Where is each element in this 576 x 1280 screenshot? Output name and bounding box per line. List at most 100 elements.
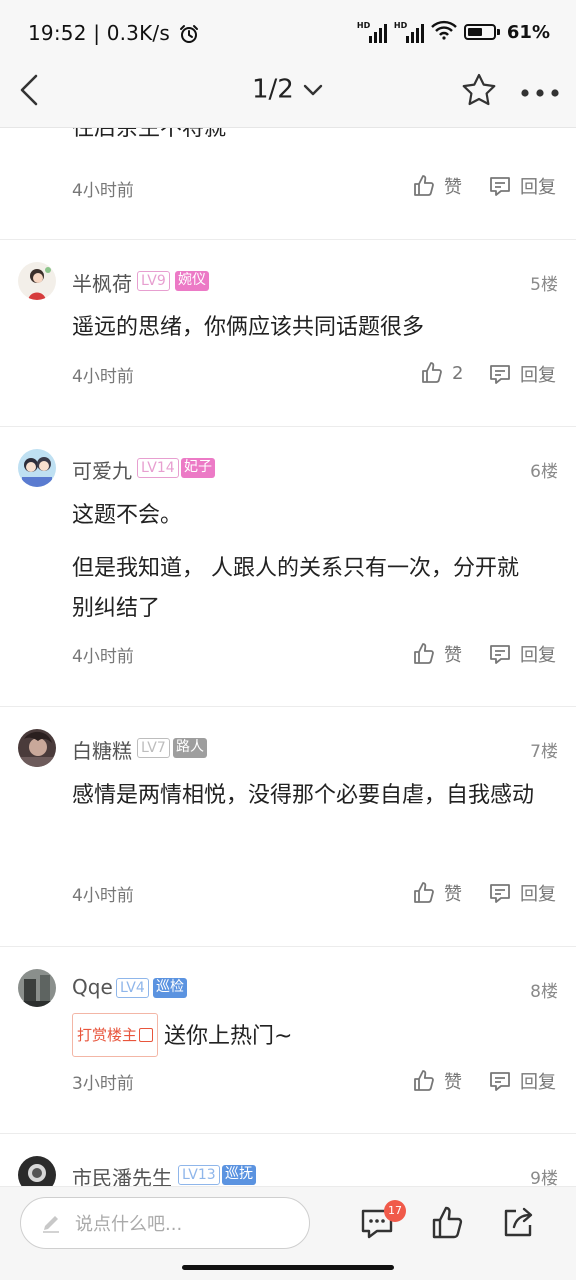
reply-button[interactable]: 回复	[488, 173, 556, 199]
level-badge: LV14	[137, 458, 179, 478]
role-badge: 巡抚	[222, 1165, 256, 1185]
reply-label: 回复	[520, 177, 556, 198]
reply-label: 回复	[520, 645, 556, 666]
tip-owner-badge[interactable]: 打赏楼主	[72, 1013, 159, 1057]
username[interactable]: 可爱九	[72, 455, 132, 484]
status-left: 19:52 | 0.3K/s	[28, 21, 199, 49]
reply-label: 回复	[520, 884, 556, 905]
like-button[interactable]: 赞	[412, 1068, 462, 1094]
comment-icon	[490, 645, 510, 664]
share-button[interactable]	[500, 1205, 536, 1241]
avatar[interactable]	[18, 969, 56, 1007]
reply-label: 回复	[520, 365, 556, 386]
username[interactable]: 白糖糕	[72, 735, 132, 764]
comment-time: 4小时前	[72, 886, 134, 906]
like-label: 赞	[444, 884, 462, 905]
thumbs-up-icon	[422, 362, 442, 383]
top-nav: 1/2	[0, 54, 576, 128]
comment-text: 感情是两情相悦，没得那个必要自虐，自我感动	[72, 783, 535, 808]
comment-content: 打赏楼主 送你上热门~	[72, 1013, 540, 1057]
reply-button[interactable]: 回复	[488, 361, 556, 387]
comment-icon	[490, 884, 510, 903]
thumbs-up-icon	[414, 643, 434, 664]
comment-time: 4小时前	[72, 367, 134, 387]
like-label: 赞	[444, 177, 462, 198]
alarm-icon	[179, 24, 199, 49]
comment-icon	[490, 177, 510, 196]
floor-number: 9楼	[530, 1169, 558, 1186]
chevron-down-icon	[303, 84, 323, 95]
thumbs-up-icon	[414, 1070, 434, 1091]
comment-item: Qqe LV4 巡检 8楼 打赏楼主 送你上热门~ 3小时前 赞 回复	[0, 947, 576, 1133]
comment-time: 3小时前	[72, 1074, 134, 1094]
thumbs-up-icon	[414, 175, 434, 196]
favorite-button[interactable]	[460, 72, 498, 108]
pencil-icon	[43, 1216, 59, 1233]
like-label: 赞	[444, 1072, 462, 1093]
wifi-icon	[431, 20, 457, 44]
level-badge: LV9	[137, 271, 170, 291]
reply-button[interactable]: 回复	[488, 880, 556, 906]
avatar[interactable]	[18, 262, 56, 300]
status-bar: 19:52 | 0.3K/s HD HD 61%	[0, 0, 576, 54]
role-badge: 婉仪	[175, 271, 209, 291]
like-button[interactable]: 2	[420, 361, 463, 385]
more-button[interactable]	[520, 84, 560, 97]
comment-text: 这题不会。	[72, 503, 183, 528]
share-icon	[504, 1207, 533, 1237]
like-label: 赞	[444, 645, 462, 666]
role-badge: 巡检	[153, 978, 187, 998]
avatar[interactable]	[18, 449, 56, 487]
like-post-button[interactable]	[430, 1205, 466, 1241]
comment-input[interactable]: 说点什么吧...	[20, 1197, 310, 1249]
comment-icon	[490, 365, 510, 384]
like-button[interactable]: 赞	[412, 173, 462, 199]
status-time: 19:52	[28, 21, 87, 45]
signal-icon: HD	[357, 21, 387, 43]
comment-item: 可爱九 LV14 妃子 6楼 这题不会。 但是我知道， 人跟人的关系只有一次，分…	[0, 427, 576, 706]
signal-icon-2: HD	[394, 21, 424, 43]
reply-label: 回复	[520, 1072, 556, 1093]
comment-text: 往后余生不将就	[72, 128, 227, 141]
role-badge: 路人	[173, 738, 207, 758]
like-button[interactable]: 赞	[412, 641, 462, 667]
reply-button[interactable]: 回复	[488, 641, 556, 667]
network-speed: 0.3K/s	[106, 21, 170, 45]
comment-item: 白糖糕 LV7 路人 7楼 感情是两情相悦，没得那个必要自虐，自我感动 4小时前…	[0, 707, 576, 945]
avatar[interactable]	[18, 1156, 56, 1186]
username[interactable]: 半枫荷	[72, 268, 132, 297]
comment-item-partial: 往后余生不将就 4小时前 赞 回复	[0, 128, 576, 238]
star-icon	[462, 73, 496, 106]
avatar[interactable]	[18, 729, 56, 767]
comment-list[interactable]: 往后余生不将就 4小时前 赞 回复 半枫荷 LV9 婉仪 5楼 遥远的思绪，你俩…	[0, 128, 576, 1186]
thumbs-up-icon	[432, 1206, 463, 1239]
comment-item: 市民潘先生 LV13 巡抚 9楼	[0, 1134, 576, 1186]
thumbs-up-icon	[414, 882, 434, 903]
reply-button[interactable]: 回复	[488, 1068, 556, 1094]
like-button[interactable]: 赞	[412, 880, 462, 906]
comment-text: 遥远的思绪，你俩应该共同话题很多	[72, 315, 425, 340]
home-indicator[interactable]	[182, 1265, 394, 1270]
comment-count-badge: 17	[384, 1200, 406, 1222]
comment-text: 送你上热门~	[164, 1024, 293, 1049]
coin-icon	[139, 1028, 154, 1042]
username[interactable]: Qqe	[72, 975, 113, 999]
level-badge: LV7	[137, 738, 170, 758]
more-dots-icon	[521, 89, 559, 97]
floor-number: 8楼	[530, 982, 558, 1002]
floor-number: 6楼	[530, 462, 558, 482]
comment-time: 4小时前	[72, 647, 134, 667]
floor-number: 7楼	[530, 742, 558, 762]
role-badge: 妃子	[181, 458, 215, 478]
page-indicator: 1/2	[251, 74, 294, 105]
like-count: 2	[452, 362, 464, 384]
battery-level: 61%	[506, 21, 550, 43]
comment-item: 半枫荷 LV9 婉仪 5楼 遥远的思绪，你俩应该共同话题很多 4小时前 2 回复	[0, 240, 576, 426]
level-badge: LV13	[178, 1165, 220, 1185]
status-right: HD HD 61%	[357, 18, 550, 46]
comment-input-placeholder: 说点什么吧...	[75, 1214, 183, 1235]
comment-time: 4小时前	[72, 181, 134, 201]
comment-icon	[490, 1072, 510, 1091]
username[interactable]: 市民潘先生	[72, 1162, 172, 1186]
battery-icon	[463, 24, 500, 40]
